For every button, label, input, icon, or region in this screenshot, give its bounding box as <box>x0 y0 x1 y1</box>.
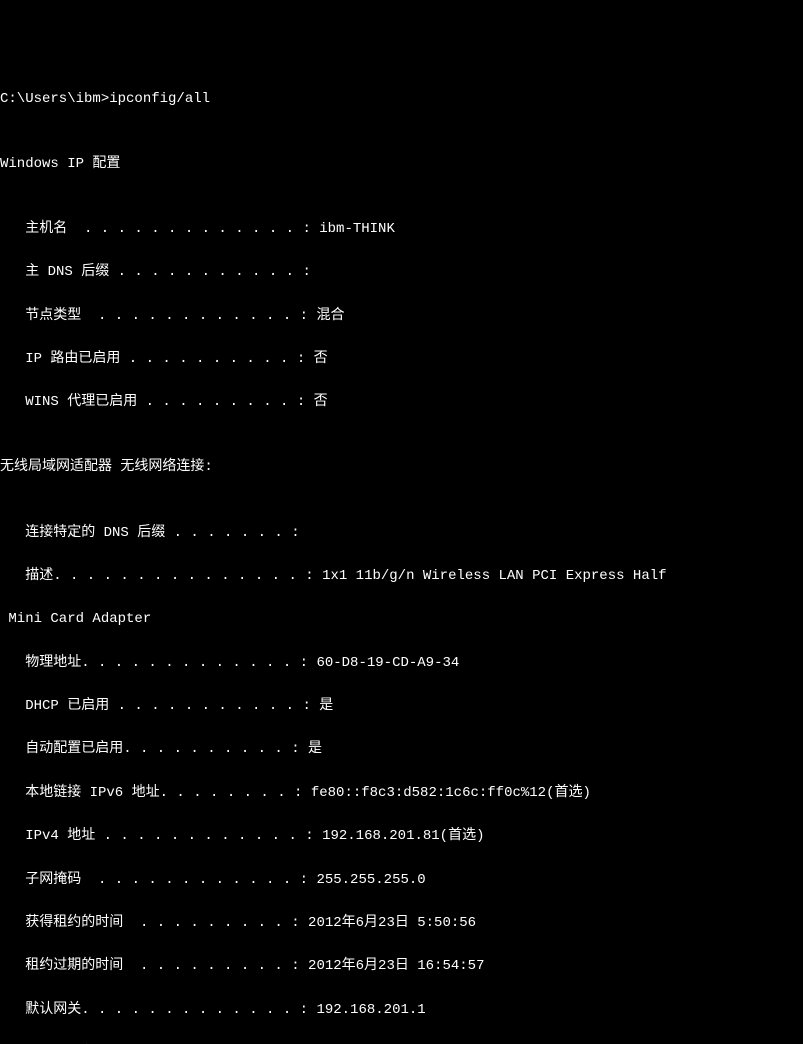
ipv6-link-local-value: fe80::f8c3:d582:1c6c:ff0c%12(首选) <box>311 785 591 801</box>
command-prompt-line: C:\Users\ibm>ipconfig/all <box>0 89 803 111</box>
lease-obtained-value: 2012年6月23日 5:50:56 <box>308 915 476 931</box>
autoconfig-row: 自动配置已启用. . . . . . . . . . : 是 <box>0 739 803 761</box>
conn-dns-suffix-label: 连接特定的 DNS 后缀 . . . . . . . : <box>0 525 308 541</box>
node-type-value: 混合 <box>316 308 344 324</box>
wins-proxy-value: 否 <box>314 394 328 410</box>
ipv4-address-value: 192.168.201.81(首选) <box>322 828 484 844</box>
node-type-label: 节点类型 . . . . . . . . . . . . : <box>0 308 316 324</box>
autoconfig-value: 是 <box>308 741 322 757</box>
lease-obtained-row: 获得租约的时间 . . . . . . . . . : 2012年6月23日 5… <box>0 913 803 935</box>
description-row: 描述. . . . . . . . . . . . . . . : 1x1 11… <box>0 566 803 588</box>
dhcp-enabled-label: DHCP 已启用 . . . . . . . . . . . : <box>0 698 319 714</box>
ipv4-address-row: IPv4 地址 . . . . . . . . . . . . : 192.16… <box>0 826 803 848</box>
primary-dns-suffix-row: 主 DNS 后缀 . . . . . . . . . . . : <box>0 262 803 284</box>
physical-address-row: 物理地址. . . . . . . . . . . . . : 60-D8-19… <box>0 653 803 675</box>
conn-dns-suffix-row: 连接特定的 DNS 后缀 . . . . . . . : <box>0 523 803 545</box>
ip-routing-value: 否 <box>314 351 328 367</box>
node-type-row: 节点类型 . . . . . . . . . . . . : 混合 <box>0 306 803 328</box>
lease-expires-value: 2012年6月23日 16:54:57 <box>308 958 484 974</box>
physical-address-value: 60-D8-19-CD-A9-34 <box>316 655 459 671</box>
dhcp-server-row: DHCP 服务器 . . . . . . . . . . . : 192.168… <box>0 1043 803 1044</box>
hostname-row: 主机名 . . . . . . . . . . . . . : ibm-THIN… <box>0 219 803 241</box>
win-ip-config-header: Windows IP 配置 <box>0 154 803 176</box>
dhcp-enabled-row: DHCP 已启用 . . . . . . . . . . . : 是 <box>0 696 803 718</box>
primary-dns-suffix-label: 主 DNS 后缀 . . . . . . . . . . . : <box>0 264 319 280</box>
hostname-label: 主机名 . . . . . . . . . . . . . : <box>0 221 319 237</box>
description-label: 描述. . . . . . . . . . . . . . . : <box>0 568 322 584</box>
description-continuation: Mini Card Adapter <box>0 609 803 631</box>
adapter-header: 无线局域网适配器 无线网络连接: <box>0 457 803 479</box>
subnet-mask-row: 子网掩码 . . . . . . . . . . . . : 255.255.2… <box>0 870 803 892</box>
lease-obtained-label: 获得租约的时间 . . . . . . . . . : <box>0 915 308 931</box>
default-gateway-row: 默认网关. . . . . . . . . . . . . : 192.168.… <box>0 1000 803 1022</box>
prompt-text: C:\Users\ibm>ipconfig/all <box>0 91 210 107</box>
autoconfig-label: 自动配置已启用. . . . . . . . . . : <box>0 741 308 757</box>
description-value: 1x1 11b/g/n Wireless LAN PCI Express Hal… <box>322 568 666 584</box>
ipv6-link-local-row: 本地链接 IPv6 地址. . . . . . . . : fe80::f8c3… <box>0 783 803 805</box>
hostname-value: ibm-THINK <box>319 221 395 237</box>
wins-proxy-label: WINS 代理已启用 . . . . . . . . . : <box>0 394 314 410</box>
lease-expires-label: 租约过期的时间 . . . . . . . . . : <box>0 958 308 974</box>
ip-routing-label: IP 路由已启用 . . . . . . . . . . : <box>0 351 314 367</box>
subnet-mask-value: 255.255.255.0 <box>316 872 425 888</box>
ipv4-address-label: IPv4 地址 . . . . . . . . . . . . : <box>0 828 322 844</box>
wins-proxy-row: WINS 代理已启用 . . . . . . . . . : 否 <box>0 392 803 414</box>
default-gateway-value: 192.168.201.1 <box>316 1002 425 1018</box>
default-gateway-label: 默认网关. . . . . . . . . . . . . : <box>0 1002 316 1018</box>
dhcp-enabled-value: 是 <box>319 698 333 714</box>
ipv6-link-local-label: 本地链接 IPv6 地址. . . . . . . . : <box>0 785 311 801</box>
ip-routing-row: IP 路由已启用 . . . . . . . . . . : 否 <box>0 349 803 371</box>
physical-address-label: 物理地址. . . . . . . . . . . . . : <box>0 655 316 671</box>
lease-expires-row: 租约过期的时间 . . . . . . . . . : 2012年6月23日 1… <box>0 956 803 978</box>
subnet-mask-label: 子网掩码 . . . . . . . . . . . . : <box>0 872 316 888</box>
